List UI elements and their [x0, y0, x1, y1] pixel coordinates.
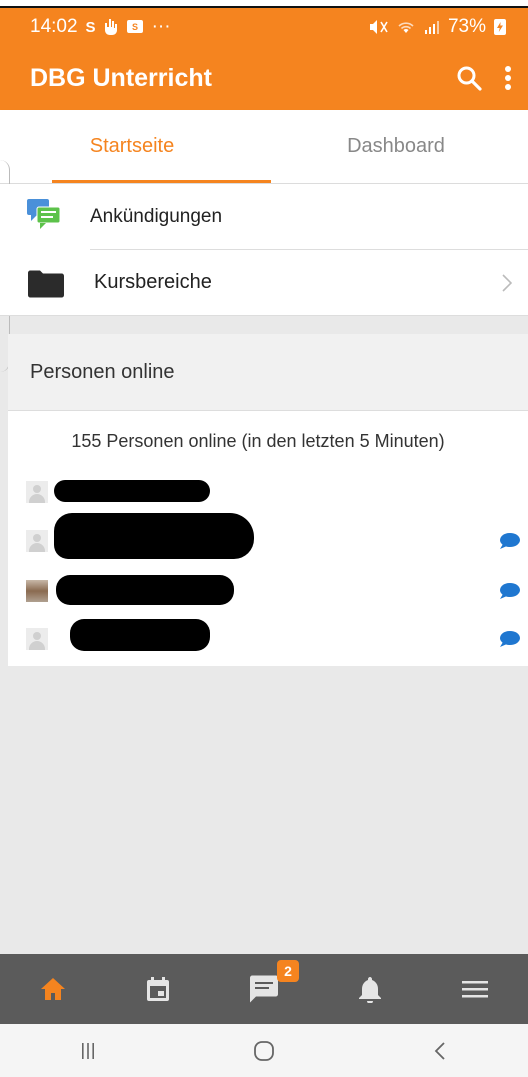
recent-apps-button[interactable] [0, 1024, 176, 1077]
search-icon [457, 66, 482, 91]
more-vert-icon [505, 66, 511, 90]
folder-icon [28, 270, 64, 298]
avatar [26, 628, 48, 650]
bottom-tab-bar: 2 [0, 954, 528, 1024]
message-user-icon[interactable] [499, 630, 521, 648]
tab-calendar[interactable] [106, 954, 212, 1024]
recent-apps-icon [82, 1042, 94, 1059]
hamburger-icon [462, 981, 489, 998]
menu-item-ankuendigungen[interactable]: Ankündigungen [0, 184, 528, 250]
home-nav-button[interactable] [176, 1024, 352, 1077]
avatar-photo [26, 580, 48, 602]
home-nav-icon [254, 1040, 274, 1061]
home-icon [40, 978, 65, 1000]
forum-icon [27, 199, 61, 229]
battery-percent: 73% [447, 16, 486, 37]
overflow-menu-button[interactable] [504, 65, 512, 91]
menu-item-label: Ankündigungen [90, 206, 223, 227]
screenshot-top-edge [0, 0, 528, 8]
online-user-row [26, 513, 521, 559]
user-name-link[interactable] [58, 619, 210, 651]
tab-notifications[interactable] [317, 954, 423, 1024]
app-title: DBG Unterricht [30, 63, 212, 92]
app-bar: DBG Unterricht [0, 46, 528, 110]
message-user-icon[interactable] [499, 582, 521, 600]
status-bar: 14:02 S S ··· 73% [0, 8, 528, 46]
online-user-row [26, 477, 521, 507]
avatar [26, 481, 48, 503]
tab-more[interactable] [422, 954, 528, 1024]
online-section-header: Personen online [8, 334, 528, 411]
avatar [26, 530, 48, 552]
menu-item-kursbereiche[interactable]: Kursbereiche [0, 250, 528, 316]
notification-s-icon: S [85, 18, 96, 36]
search-button[interactable] [456, 65, 482, 91]
user-name-link[interactable] [54, 480, 210, 502]
tab-startseite[interactable]: Startseite [0, 110, 271, 183]
user-name-link[interactable] [56, 575, 234, 605]
chevron-right-icon [502, 273, 512, 292]
signal-icon [424, 21, 439, 34]
unread-badge: 2 [276, 960, 299, 982]
battery-icon [494, 19, 506, 35]
bell-icon [358, 977, 381, 1003]
tab-messages[interactable]: 2 [211, 954, 317, 1024]
svg-text:S: S [132, 22, 138, 32]
online-summary: 155 Personen online (in den letzten 5 Mi… [71, 431, 445, 451]
more-notifications: ··· [151, 16, 171, 37]
status-time: 14:02 [30, 16, 78, 37]
messages-icon [249, 975, 278, 1003]
hand-icon [104, 19, 117, 35]
redaction-scribble [54, 513, 254, 559]
redaction-scribble [54, 480, 210, 502]
online-users-block: 155 Personen online (in den letzten 5 Mi… [8, 411, 528, 666]
tab-bar: Startseite Dashboard [0, 110, 528, 184]
calendar-icon [147, 977, 170, 1001]
mute-icon [369, 20, 388, 34]
tab-dashboard[interactable]: Dashboard [264, 110, 528, 183]
user-name-link[interactable] [54, 513, 254, 559]
mail-icon: S [126, 20, 143, 33]
back-nav-button[interactable] [352, 1024, 528, 1077]
online-user-row [26, 575, 521, 606]
message-user-icon[interactable] [499, 532, 521, 550]
redaction-scribble [70, 619, 210, 651]
main-menu: Ankündigungen Kursbereiche [0, 184, 528, 316]
menu-item-label: Kursbereiche [94, 271, 212, 293]
redaction-scribble [56, 575, 234, 605]
wifi-icon [398, 22, 414, 33]
online-user-row [26, 619, 521, 654]
back-icon [434, 1041, 445, 1060]
system-nav-bar [0, 1024, 528, 1077]
tab-home[interactable] [0, 954, 106, 1024]
